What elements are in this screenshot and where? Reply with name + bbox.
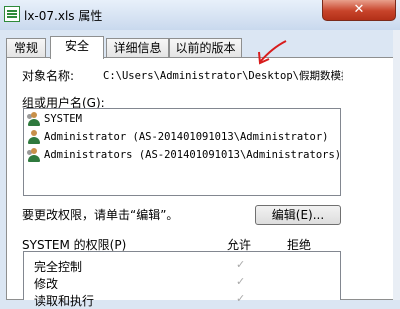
object-name-label: 对象名称:: [22, 69, 75, 83]
window-title: lx-07.xls 属性: [24, 9, 103, 23]
tab-general[interactable]: 常规: [6, 38, 46, 58]
permission-modify: 修改: [34, 277, 59, 291]
object-name-value[interactable]: C:\Users\Administrator\Desktop\假期数模拍: [103, 68, 343, 83]
red-arrow-annotation: [258, 40, 287, 65]
tab-details[interactable]: 详细信息: [106, 38, 169, 58]
permissions-list: 完全控制 ✓ 修改 ✓ 读取和执行 ✓: [23, 251, 341, 308]
window-scrollbar[interactable]: [393, 30, 400, 300]
tab-security[interactable]: 安全: [50, 36, 104, 59]
edit-button[interactable]: 编辑(E)...: [255, 205, 341, 225]
change-permissions-hint: 要更改权限，请单击“编辑”。: [22, 208, 179, 222]
title-bar: lx-07.xls 属性 ✕: [0, 0, 400, 30]
close-button[interactable]: ✕: [322, 0, 396, 21]
tab-previous-versions[interactable]: 以前的版本: [169, 38, 242, 58]
close-icon: ✕: [353, 2, 365, 17]
user-icon: [27, 130, 41, 144]
user-group-icon: [27, 148, 41, 162]
checkmark-icon: ✓: [236, 275, 246, 288]
user-group-icon: [27, 112, 41, 126]
checkmark-icon: ✓: [236, 258, 246, 271]
permission-full-control: 完全控制: [34, 260, 83, 274]
checkmark-icon: ✓: [236, 292, 246, 305]
user-list[interactable]: SYSTEM Administrator (AS-201401091013\Ad…: [23, 108, 341, 196]
excel-file-icon: [4, 6, 20, 22]
permission-read-execute: 读取和执行: [34, 294, 95, 308]
